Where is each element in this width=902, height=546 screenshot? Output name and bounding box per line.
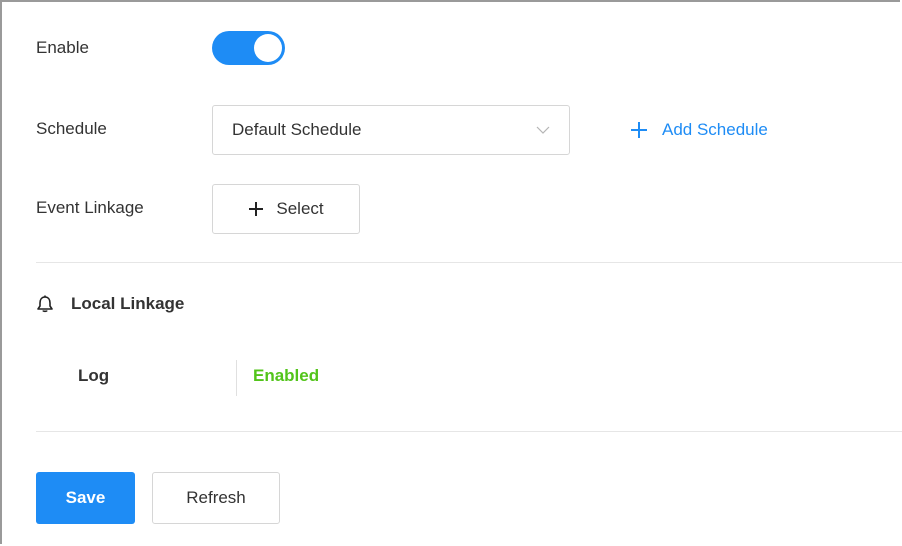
vertical-separator xyxy=(236,360,237,396)
enable-toggle[interactable] xyxy=(212,31,285,65)
add-schedule-label: Add Schedule xyxy=(662,120,768,139)
enable-label: Enable xyxy=(36,38,89,57)
divider xyxy=(36,431,902,432)
schedule-label: Schedule xyxy=(36,119,107,138)
divider xyxy=(36,262,902,263)
local-linkage-header: Local Linkage xyxy=(36,294,184,314)
select-button-label: Select xyxy=(276,199,324,218)
local-linkage-title: Local Linkage xyxy=(71,294,185,313)
plus-icon xyxy=(249,202,264,216)
refresh-button[interactable]: Refresh xyxy=(152,472,280,524)
chevron-down-icon xyxy=(536,126,550,134)
log-label: Log xyxy=(78,366,110,385)
bell-icon xyxy=(37,295,53,313)
save-button[interactable]: Save xyxy=(36,472,135,524)
log-status[interactable]: Enabled xyxy=(253,366,319,386)
event-linkage-label: Event Linkage xyxy=(36,198,144,217)
plus-icon xyxy=(631,122,647,138)
schedule-select[interactable]: Default Schedule xyxy=(212,105,570,155)
add-schedule-link[interactable]: Add Schedule xyxy=(630,116,768,144)
toggle-knob xyxy=(254,34,282,62)
schedule-selected-value: Default Schedule xyxy=(232,120,362,139)
event-linkage-select-button[interactable]: Select xyxy=(212,184,360,234)
panel-frame xyxy=(0,0,900,544)
